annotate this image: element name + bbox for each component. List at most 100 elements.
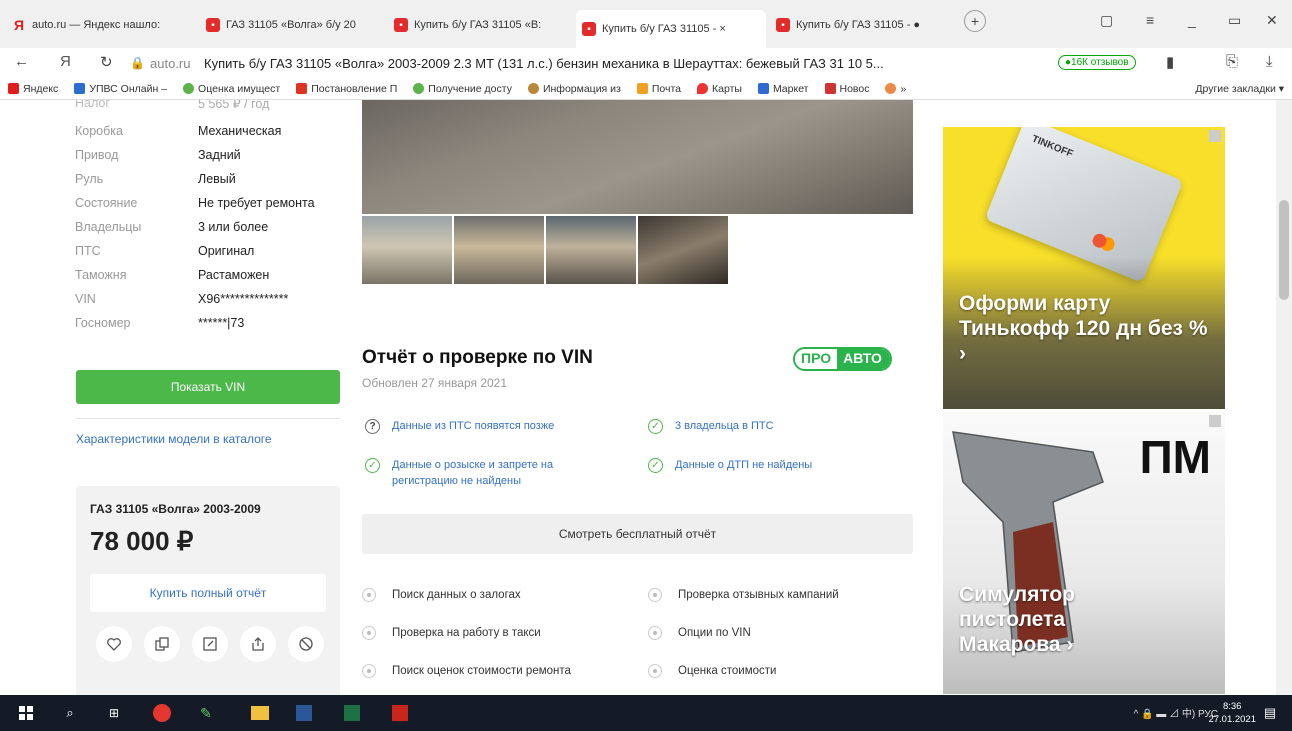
photo-thumbnail[interactable] (454, 216, 544, 284)
bullet-icon (648, 626, 662, 640)
free-report-button[interactable]: Смотреть бесплатный отчёт (362, 514, 913, 554)
ad-headline: Оформи карту Тинькофф 120 дн без % › (959, 292, 1208, 365)
word-icon[interactable] (294, 703, 314, 723)
tab-1[interactable]: Я auto.ru — Яндекс нашло: (6, 10, 198, 40)
tab-5[interactable]: ▪ Купить б/у ГАЗ 31105 - ● (770, 10, 954, 40)
url-title[interactable]: Купить б/у ГАЗ 31105 «Волга» 2003-2009 2… (204, 56, 884, 71)
check-item[interactable]: ✓ 3 владельца в ПТС (648, 418, 774, 434)
bookmark-icon[interactable]: ▮ (1166, 53, 1174, 71)
cart-icon (757, 83, 769, 94)
bookmark-label: Информация из (542, 82, 621, 95)
system-tray[interactable]: ^ 🔒 ▬ ⊿ 中) РУС (1134, 705, 1218, 720)
buy-report-button[interactable]: Купить полный отчёт (90, 574, 326, 612)
tab-4-active[interactable]: ▪ Купить б/у ГАЗ 31105 - × (576, 10, 766, 48)
spec-value: Не требует ремонта (198, 196, 315, 210)
document-icon (296, 83, 308, 94)
favorite-button[interactable] (96, 626, 132, 662)
bookmark-label: Другие закладки ▾ (1195, 82, 1284, 95)
note-button[interactable] (192, 626, 228, 662)
page-scrollbar[interactable] (1276, 100, 1292, 695)
feature-item: Опции по VIN (648, 626, 751, 640)
excel-icon[interactable] (342, 703, 362, 723)
pistol-ad[interactable]: ПМ Симулятор пистолета Макарова › (943, 412, 1225, 694)
close-window-icon[interactable]: ✕ (1266, 12, 1278, 29)
bookmark-label: Карты (712, 82, 742, 95)
leaf-icon (183, 83, 195, 94)
extension-icon (885, 83, 897, 94)
search-icon[interactable]: ⌕ (60, 703, 80, 723)
share-icon[interactable]: ⎘ (1226, 53, 1238, 70)
minimize-icon[interactable]: _ (1188, 12, 1196, 28)
main-photo[interactable] (362, 100, 913, 214)
scrollbar-thumb[interactable] (1279, 200, 1289, 300)
emblem-icon (527, 83, 539, 94)
tab-3[interactable]: ▪ Купить б/у ГАЗ 31105 «В: (388, 10, 574, 40)
check-text: Данные о ДТП не найдены (675, 459, 813, 471)
check-icon: ✓ (648, 458, 663, 473)
new-tab-icon[interactable]: + (964, 10, 986, 32)
notifications-icon[interactable]: ▤ (1260, 703, 1280, 723)
reload-icon[interactable]: ↻ (100, 53, 113, 71)
bookmark-resolution[interactable]: Постановление П (296, 83, 397, 95)
photo-thumbnail[interactable] (546, 216, 636, 284)
autoru-icon: ▪ (776, 18, 790, 32)
check-item[interactable]: ✓ Данные о розыске и запрете на регистра… (365, 457, 615, 489)
file-explorer-icon[interactable] (250, 703, 270, 723)
bookmark-other[interactable]: Другие закладки ▾ (1195, 83, 1292, 95)
bullet-icon (362, 626, 376, 640)
spec-key: ПТС (75, 244, 101, 258)
mail-icon (636, 83, 648, 94)
bookmark-maps[interactable]: Карты (697, 83, 742, 95)
hide-button[interactable] (288, 626, 324, 662)
restore-icon[interactable]: ▭ (1228, 12, 1241, 29)
bookmark-label: Оценка имущест (198, 82, 281, 95)
feature-text: Оценка стоимости (678, 665, 777, 677)
bookmarks-panel-icon[interactable]: ▢ (1100, 12, 1113, 29)
check-item[interactable]: ✓ Данные о ДТП не найдены (648, 457, 812, 473)
bookmark-label: » (900, 82, 907, 95)
bookmark-market[interactable]: Маркет (757, 82, 809, 95)
bookmark-info[interactable]: Информация из (527, 82, 621, 95)
ad-close-icon[interactable] (1209, 130, 1221, 142)
menu-icon[interactable]: ≡ (1146, 12, 1154, 28)
spec-key: Владельцы (75, 220, 142, 234)
compare-button[interactable] (144, 626, 180, 662)
bookmark-label: Яндекс (23, 82, 59, 95)
price: 78 000 ₽ (90, 526, 194, 556)
bookmark-more[interactable]: » (885, 83, 906, 95)
clock[interactable]: 8:36 27.01.2021 (1208, 700, 1256, 726)
feature-item: Оценка стоимости (648, 664, 776, 678)
bookmark-upvs[interactable]: УПВС Онлайн – (74, 83, 167, 95)
bookmark-label: Маркет (772, 82, 809, 95)
yandex-home-icon[interactable]: Я (60, 53, 71, 70)
reviews-badge[interactable]: ●16К отзывов (1058, 55, 1136, 70)
url-domain[interactable]: auto.ru (150, 56, 190, 71)
bookmark-mail[interactable]: Почта (636, 83, 681, 95)
bookmark-appraisal[interactable]: Оценка имущест (183, 83, 280, 95)
spec-key: Привод (75, 148, 119, 162)
show-vin-button[interactable]: Показать VIN (76, 370, 340, 404)
divider (76, 418, 340, 419)
tab-2[interactable]: ▪ ГАЗ 31105 «Волга» б/у 20 (200, 10, 386, 40)
back-icon[interactable]: ← (14, 53, 29, 70)
tinkoff-ad[interactable]: TINKOFF Оформи карту Тинькофф 120 дн без… (943, 127, 1225, 409)
clock-time: 8:36 (1222, 701, 1242, 712)
bookmark-yandex[interactable]: Яндекс (8, 83, 58, 95)
feature-item: Проверка на работу в такси (362, 626, 541, 640)
task-view-icon[interactable]: ⊞ (104, 703, 124, 723)
pdf-icon[interactable] (390, 703, 410, 723)
check-item[interactable]: ? Данные из ПТС появятся позже (365, 418, 554, 434)
yandex-browser-icon[interactable] (152, 703, 172, 723)
paint-icon[interactable]: ✎ (196, 703, 216, 723)
bookmark-access[interactable]: Получение досту (413, 83, 512, 95)
photo-thumbnail[interactable] (362, 216, 452, 284)
photo-thumbnail[interactable] (638, 216, 728, 284)
badge-pro: ПРО (795, 349, 838, 369)
download-icon[interactable]: ⤓ (1266, 53, 1273, 70)
feature-item: Поиск оценок стоимости ремонта (362, 664, 571, 678)
bookmark-news[interactable]: Новос (824, 83, 869, 95)
windows-start-icon[interactable] (16, 703, 36, 723)
share-button[interactable] (240, 626, 276, 662)
catalog-link[interactable]: Характеристики модели в каталоге (76, 432, 272, 446)
bullet-icon (648, 664, 662, 678)
